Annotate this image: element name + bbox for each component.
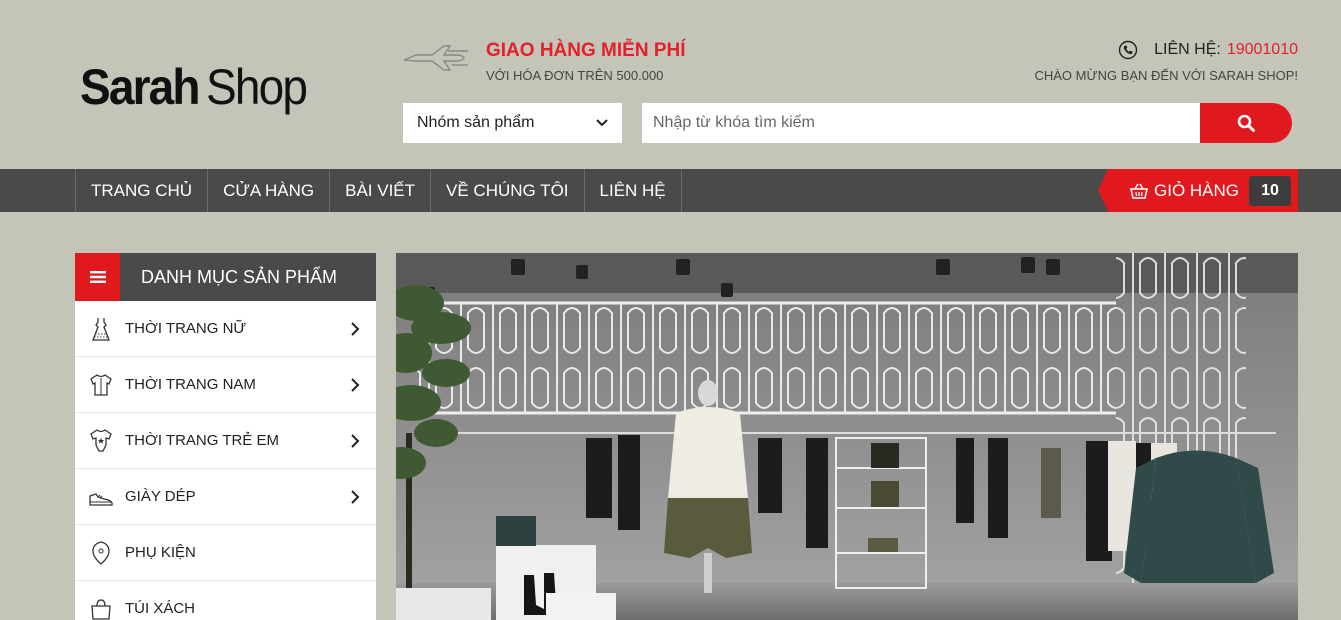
- menu-toggle-button[interactable]: [75, 253, 120, 301]
- hamburger-icon: [89, 271, 106, 283]
- sidebar-item-shoes[interactable]: GIÀY DÉP: [75, 469, 376, 525]
- search-button[interactable]: [1200, 103, 1292, 143]
- bag-icon: [91, 598, 111, 620]
- chevron-right-icon: [351, 377, 360, 392]
- cart-count-badge: 10: [1249, 175, 1292, 206]
- search-icon: [1237, 114, 1255, 132]
- chevron-down-icon: [596, 119, 608, 127]
- category-select[interactable]: Nhóm sản phẩm: [403, 103, 622, 143]
- sidebar-item-label: PHỤ KIỆN: [125, 544, 196, 561]
- category-sidebar: DANH MỤC SẢN PHẨM THỜI TRANG NỮ THỜI TRA…: [75, 253, 376, 620]
- contact-info: LIÊN HỆ: 19001010 CHÀO MỪNG BẠN ĐẾN VỚI …: [1034, 40, 1298, 83]
- sidebar-item-label: THỜI TRANG NỮ: [125, 320, 247, 337]
- nav-item-home[interactable]: TRANG CHỦ: [76, 169, 209, 212]
- airplane-icon: [403, 45, 468, 71]
- hero-banner-image[interactable]: [396, 253, 1298, 620]
- site-logo[interactable]: Sarah Shop: [80, 59, 308, 115]
- phone-icon: [1118, 40, 1138, 60]
- store-interior-illustration: [396, 253, 1298, 620]
- sidebar-item-bags[interactable]: TÚI XÁCH: [75, 581, 376, 620]
- chevron-right-icon: [351, 433, 360, 448]
- site-header: Sarah Shop GIAO HÀNG MIỄN PHÍ VỚI HÓA ĐƠN…: [0, 0, 1341, 169]
- shipping-title: GIAO HÀNG MIỄN PHÍ: [486, 40, 686, 61]
- search-input[interactable]: [642, 103, 1202, 143]
- sidebar-item-label: THỜI TRANG NAM: [125, 376, 256, 393]
- category-select-value: Nhóm sản phẩm: [417, 114, 535, 131]
- sidebar-item-women[interactable]: THỜI TRANG NỮ: [75, 301, 376, 357]
- dress-icon: [92, 317, 110, 341]
- cart-button[interactable]: GIỎ HÀNG 10: [1098, 169, 1298, 212]
- sidebar-item-label: THỜI TRANG TRẺ EM: [125, 432, 279, 449]
- logo-bold-text: Sarah: [80, 59, 200, 115]
- chevron-right-icon: [351, 489, 360, 504]
- shirt-icon: [90, 373, 112, 396]
- sidebar-item-men[interactable]: THỜI TRANG NAM: [75, 357, 376, 413]
- main-nav: TRANG CHỦ CỬA HÀNG BÀI VIẾT VỀ CHÚNG TÔI…: [0, 169, 1341, 212]
- pendant-icon: [92, 540, 110, 565]
- sidebar-item-accessories[interactable]: PHỤ KIỆN: [75, 525, 376, 581]
- logo-light-text: Shop: [206, 59, 308, 115]
- cart-label: GIỎ HÀNG: [1154, 180, 1240, 200]
- nav-item-store[interactable]: CỬA HÀNG: [208, 169, 331, 212]
- nav-item-contact[interactable]: LIÊN HỆ: [585, 169, 682, 212]
- baby-onesie-icon: [90, 428, 112, 452]
- nav-item-blog[interactable]: BÀI VIẾT: [330, 169, 432, 212]
- sidebar-item-kids[interactable]: THỜI TRANG TRẺ EM: [75, 413, 376, 469]
- category-list: THỜI TRANG NỮ THỜI TRANG NAM THỜI TRANG …: [75, 301, 376, 620]
- chevron-right-icon: [351, 321, 360, 336]
- basket-icon: [1130, 183, 1148, 199]
- sidebar-item-label: GIÀY DÉP: [125, 488, 196, 505]
- sidebar-title: DANH MỤC SẢN PHẨM: [141, 266, 338, 287]
- nav-item-about[interactable]: VỀ CHÚNG TÔI: [431, 169, 585, 212]
- shoe-icon: [89, 492, 113, 506]
- shipping-subtitle: VỚI HÓA ĐƠN TRÊN 500.000: [486, 68, 664, 83]
- sidebar-item-label: TÚI XÁCH: [125, 600, 196, 617]
- sidebar-header: DANH MỤC SẢN PHẨM: [75, 253, 376, 301]
- welcome-text: CHÀO MỪNG BẠN ĐẾN VỚI SARAH SHOP!: [1034, 68, 1298, 83]
- contact-label: LIÊN HỆ:: [1154, 41, 1221, 58]
- contact-phone[interactable]: 19001010: [1227, 41, 1298, 59]
